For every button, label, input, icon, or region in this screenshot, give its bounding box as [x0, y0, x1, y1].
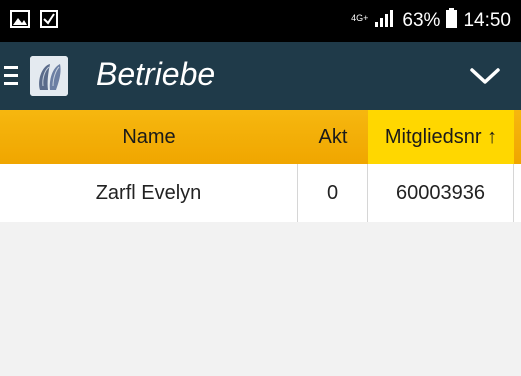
- image-notification-icon: [10, 9, 30, 33]
- cell-spacer: [514, 164, 521, 222]
- network-type: 4G+: [351, 12, 369, 23]
- hamburger-icon[interactable]: [4, 66, 26, 86]
- clock: 14:50: [463, 10, 511, 31]
- status-right: 4G+ 63% 14:50: [351, 8, 511, 34]
- column-header-akt[interactable]: Akt: [298, 110, 368, 164]
- signal-icon: [374, 9, 396, 33]
- page-title: Betriebe: [96, 56, 216, 92]
- chevron-down-icon[interactable]: [469, 64, 501, 88]
- app-bar: Betriebe: [0, 42, 521, 110]
- battery-percent: 63%: [402, 10, 441, 31]
- checkbox-notification-icon: [40, 9, 58, 33]
- column-header-name[interactable]: Name: [0, 110, 298, 164]
- status-bar: 4G+ 63% 14:50: [0, 0, 521, 42]
- cell-mitgliedsnr: 60003936: [368, 164, 514, 222]
- cell-akt: 0: [298, 164, 368, 222]
- table-header: Name Akt Mitgliedsnr ↑: [0, 110, 521, 164]
- table-row[interactable]: Zarfl Evelyn 0 60003936: [0, 164, 521, 222]
- status-left: [10, 9, 58, 33]
- column-header-spacer: [514, 110, 521, 164]
- cell-name: Zarfl Evelyn: [0, 164, 298, 222]
- app-logo: [30, 56, 68, 96]
- column-header-mitgliedsnr[interactable]: Mitgliedsnr ↑: [368, 110, 514, 164]
- battery-icon: [446, 8, 458, 34]
